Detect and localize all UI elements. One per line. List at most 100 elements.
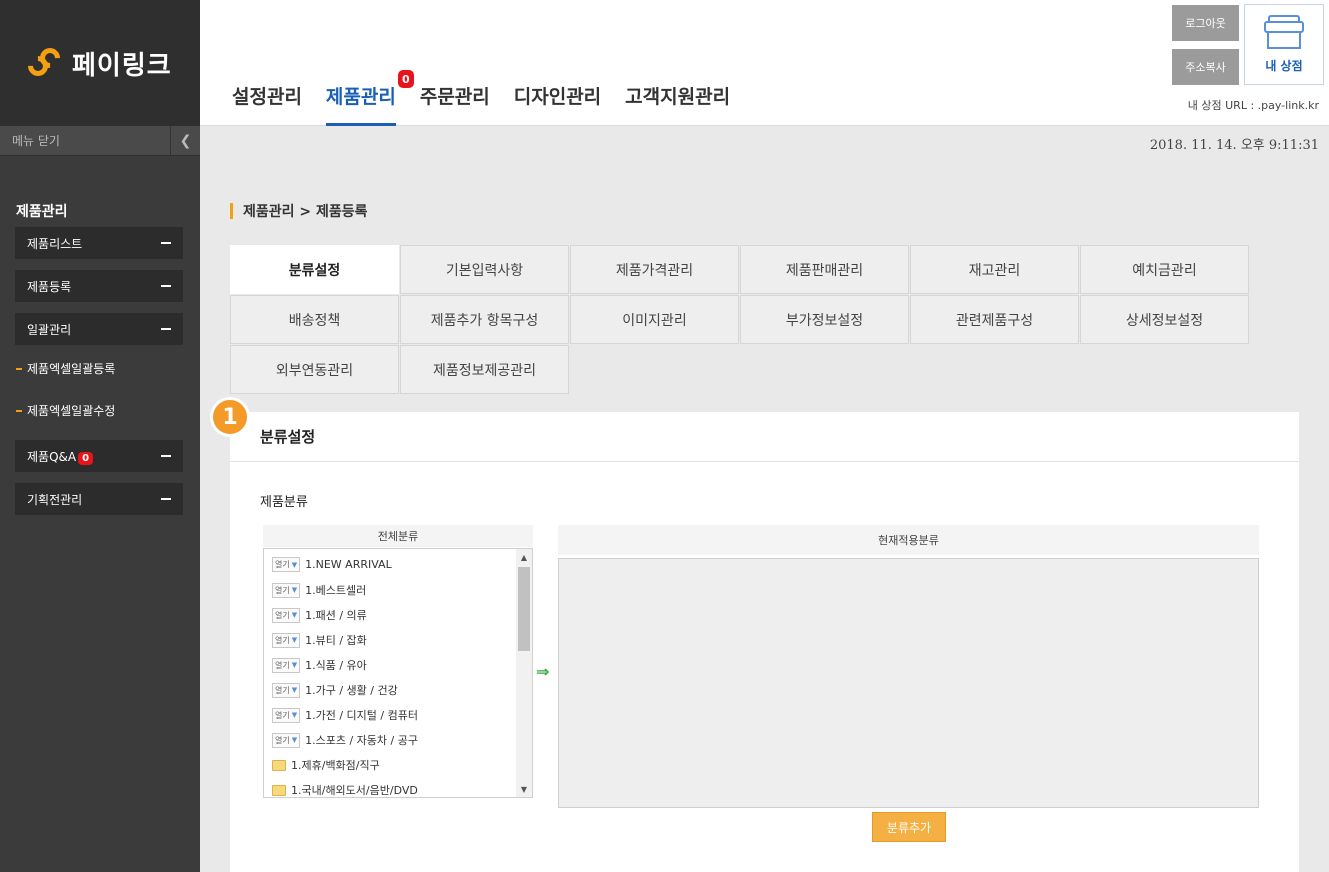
open-toggle[interactable]: 열기 ▼ [272, 582, 301, 598]
minus-icon [161, 498, 171, 500]
caret-down-icon: ▼ [291, 560, 298, 569]
applied-categories-header: 현재적용분류 [558, 525, 1259, 555]
my-shop-label: 내 상점 [1265, 59, 1303, 73]
sidebar-item-label: 제품등록 [27, 279, 72, 294]
list-item[interactable]: 열기 ▼ 1.베스트셀러 [272, 582, 366, 598]
tab-price[interactable]: 제품가격관리 [570, 245, 739, 294]
caret-down-icon: ▼ [291, 586, 298, 594]
tab-basic-input[interactable]: 기본입력사항 [400, 245, 569, 294]
applied-categories-box[interactable] [558, 558, 1259, 808]
list-item[interactable]: 열기 ▼ 1.가구 / 생활 / 건강 [272, 682, 398, 698]
tab-inventory[interactable]: 재고관리 [910, 245, 1079, 294]
nav-orders[interactable]: 주문관리 [420, 82, 490, 126]
my-shop-button[interactable]: 내 상점 [1244, 4, 1324, 85]
header: 설정관리 제품관리 0 주문관리 디자인관리 고객지원관리 로그아웃 주소복사 … [200, 0, 1329, 126]
nav-settings[interactable]: 설정관리 [232, 82, 302, 126]
sidebar-item-label: 제품Q&A 0 [27, 448, 94, 465]
sidebar-sub-excel-edit[interactable]: 제품엑셀일괄수정 [16, 402, 115, 419]
tab-external-link[interactable]: 외부연동관리 [230, 345, 399, 394]
list-item[interactable]: 열기 ▼ 1.가전 / 디지털 / 컴퓨터 [272, 707, 418, 723]
menu-close-label: 메뉴 닫기 [12, 134, 60, 148]
sidebar-item-bulk-manage[interactable]: 일괄관리 [15, 313, 183, 345]
breadcrumb-text: 제품관리 > 제품등록 [243, 204, 368, 220]
count-badge: 0 [397, 70, 414, 88]
tab-deposit[interactable]: 예치금관리 [1080, 245, 1249, 294]
category-tree[interactable]: 열기 ▼ 1.NEW ARRIVAL 열기 ▼ 1.베스트셀러 열기 ▼ 1.패션 /… [263, 548, 533, 798]
add-category-button[interactable]: 분류추가 [872, 812, 946, 842]
sidebar-item-product-qa[interactable]: 제품Q&A 0 [15, 440, 183, 472]
open-toggle[interactable]: 열기 ▼ [272, 632, 301, 648]
tab-sales[interactable]: 제품판매관리 [740, 245, 909, 294]
open-toggle[interactable]: 열기 ▼ [272, 682, 301, 698]
scroll-up-icon[interactable]: ▲ [516, 549, 532, 565]
link-logo-icon [23, 43, 65, 81]
list-item[interactable]: 열기 ▼ 1.뷰티 / 잡화 [272, 632, 367, 648]
minus-icon [161, 285, 171, 287]
open-toggle[interactable]: 열기 ▼ [272, 732, 301, 748]
sidebar-section-title: 제품관리 [16, 204, 68, 220]
scrollbar-thumb[interactable] [518, 567, 530, 651]
sidebar-item-product-list[interactable]: 제품리스트 [15, 227, 183, 259]
folder-icon [272, 784, 286, 796]
list-item[interactable]: 열기 ▼ 1.식품 / 유아 [272, 657, 367, 673]
list-item[interactable]: 1.국내/해외도서/음반/DVD [272, 782, 418, 797]
tab-additional-info[interactable]: 부가정보설정 [740, 295, 909, 344]
logo[interactable]: 페이링크 [0, 0, 200, 126]
tab-product-info-notice[interactable]: 제품정보제공관리 [400, 345, 569, 394]
open-toggle[interactable]: 열기 ▼ [272, 557, 301, 572]
list-item[interactable]: 열기 ▼ 1.NEW ARRIVAL [272, 557, 392, 572]
brand-name: 페이링크 [72, 50, 172, 81]
open-toggle[interactable]: 열기 ▼ [272, 657, 301, 673]
list-item[interactable]: 열기 ▼ 1.스포츠 / 자동차 / 공구 [272, 732, 418, 748]
open-toggle[interactable]: 열기 ▼ [272, 707, 301, 723]
copy-address-button[interactable]: 주소복사 [1172, 49, 1239, 85]
tab-images[interactable]: 이미지관리 [570, 295, 739, 344]
logout-button[interactable]: 로그아웃 [1172, 5, 1239, 41]
sidebar-sub-label: 제품엑셀일괄등록 [27, 362, 116, 376]
nav-customer-support[interactable]: 고객지원관리 [625, 82, 730, 126]
sidebar-item-label: 제품리스트 [27, 236, 83, 251]
category-settings-panel: 분류설정 제품분류 전체분류 열기 ▼ 1.NEW ARRIVAL 열기 ▼ 1.베… [230, 412, 1299, 872]
sidebar-item-label: 기획전관리 [27, 492, 83, 507]
dash-icon [16, 367, 22, 370]
list-item[interactable]: 1.제휴/백화점/직구 [272, 757, 380, 773]
shop-url: 내 상점 URL : .pay-link.kr [1187, 99, 1319, 112]
tab-category-settings[interactable]: 분류설정 [230, 245, 399, 294]
section-label: 제품분류 [260, 495, 308, 510]
tab-shipping[interactable]: 배송정책 [230, 295, 399, 344]
tab-extra-options[interactable]: 제품추가 항목구성 [400, 295, 569, 344]
minus-icon [161, 242, 171, 244]
all-categories-header: 전체분류 [263, 525, 533, 547]
tab-related-products[interactable]: 관련제품구성 [910, 295, 1079, 344]
folder-icon [272, 759, 286, 771]
menu-close-bar[interactable]: 메뉴 닫기 ❮ [0, 125, 200, 156]
list-item[interactable]: 열기 ▼ 1.패션 / 의류 [272, 607, 367, 623]
sidebar-item-product-register[interactable]: 제품등록 [15, 270, 183, 302]
sidebar-item-label: 일괄관리 [27, 322, 72, 337]
sidebar-sub-label: 제품엑셀일괄수정 [27, 404, 116, 418]
sidebar-item-exhibition[interactable]: 기획전관리 [15, 483, 183, 515]
scroll-down-icon[interactable]: ▼ [516, 781, 532, 797]
caret-down-icon: ▼ [291, 686, 298, 694]
sidebar-sub-excel-register[interactable]: 제품엑셀일괄등록 [16, 360, 115, 377]
step-number-badge: 1 [210, 397, 250, 437]
caret-down-icon: ▼ [291, 711, 298, 719]
nav-design[interactable]: 디자인관리 [514, 82, 601, 126]
sidebar: 페이링크 메뉴 닫기 ❮ 제품관리 제품리스트 제품등록 일괄관리 제품엑셀일괄… [0, 0, 200, 872]
minus-icon [161, 328, 171, 330]
tab-detail-info[interactable]: 상세정보설정 [1080, 295, 1249, 344]
store-icon [1264, 15, 1304, 51]
caret-down-icon: ▼ [291, 611, 298, 619]
caret-down-icon: ▼ [291, 736, 298, 744]
minus-icon [161, 455, 171, 457]
caret-down-icon: ▼ [291, 661, 298, 669]
current-datetime: 2018. 11. 14. 오후 9:11:31 [1149, 138, 1319, 153]
caret-down-icon: ▼ [291, 636, 298, 644]
scrollbar[interactable]: ▲ ▼ [516, 549, 532, 797]
main-nav: 설정관리 제품관리 0 주문관리 디자인관리 고객지원관리 [232, 70, 754, 126]
breadcrumb: 제품관리 > 제품등록 [230, 201, 368, 221]
chevron-left-icon[interactable]: ❮ [170, 125, 200, 156]
arrow-right-icon[interactable]: ⇒ [536, 662, 549, 681]
open-toggle[interactable]: 열기 ▼ [272, 607, 301, 623]
nav-products[interactable]: 제품관리 0 [325, 70, 414, 126]
